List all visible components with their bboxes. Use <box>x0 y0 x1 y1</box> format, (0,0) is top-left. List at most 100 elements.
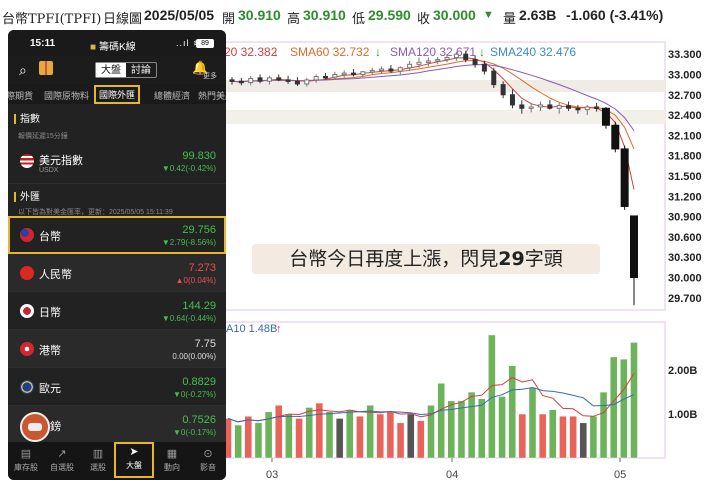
bottom-navigation: ▤ 庫存股 ↗ 自選股 ▥ 選股 ➤ 大盤 ▦ 動向 ⊙ 影音 <box>8 442 226 480</box>
volume-bar <box>407 413 415 459</box>
segment-discussion[interactable]: 討論 <box>126 63 156 77</box>
fx-row-eur[interactable]: 歐元 0.8829 ▼0(-0.27%) <box>8 368 226 406</box>
candle-body <box>416 61 422 65</box>
price-tick-label: 31.200 <box>668 191 702 203</box>
high-label: 高 <box>287 12 301 27</box>
change-value: -1.060 (-3.41%) <box>566 7 664 23</box>
nav-trends[interactable]: ▦ 動向 <box>154 446 190 473</box>
candle-body <box>351 72 357 76</box>
fx-row-hkd[interactable]: 港幣 7.75 0.00(0.00%) <box>8 330 226 368</box>
row-name: 港幣 <box>39 345 61 357</box>
volume-bar <box>346 409 354 459</box>
candle-body <box>528 106 534 109</box>
quote-header: 台幣TPFI(TPFI) 日線圖 2025/05/05 開 30.910 高 3… <box>0 0 720 30</box>
tab-commodities[interactable]: 國際原物料 <box>44 89 89 102</box>
candle-body <box>556 105 562 109</box>
watchlist-icon: ↗ <box>57 448 67 460</box>
volume-bar <box>386 411 395 459</box>
row-price: 29.756 <box>182 224 216 236</box>
nav-video[interactable]: ⊙ 影音 <box>190 446 226 473</box>
price-tick-label: 29.700 <box>668 293 702 305</box>
row-price: 144.29 <box>182 300 216 312</box>
low-label: 低 <box>352 12 366 27</box>
volume-bar <box>579 422 587 459</box>
annotation-text: 台幣今日再度上漲，閃見 <box>289 248 499 270</box>
period-label[interactable]: 日線圖 <box>103 8 142 27</box>
volume-bar <box>589 416 598 459</box>
x-tick-label: 04 <box>446 469 458 481</box>
app-header: ⌕ 大盤 討論 🔔 更多 <box>8 56 226 84</box>
candle-body <box>332 73 338 78</box>
nav-label: 庫存股 <box>14 463 38 472</box>
nav-screener[interactable]: ▥ 選股 <box>80 446 116 473</box>
candle-body <box>500 84 506 96</box>
tab-futures[interactable]: 際期貨 <box>8 89 33 102</box>
row-name: 歐元 <box>39 383 61 395</box>
fx-row-jpy[interactable]: 日幣 144.29 ▼0.64(-0.44%) <box>8 292 226 330</box>
candle-body <box>285 79 291 82</box>
segment-market[interactable]: 大盤 <box>96 63 126 77</box>
phone-app-screenshot: 15:11 ■ 籌碼K線 ..ıl ≋ 89 ⌕ 大盤 討論 🔔 更多 際期貨 國… <box>8 30 226 480</box>
section-index: 指數 <box>8 110 226 125</box>
volume-ma-label: A10 1.48B <box>226 323 277 335</box>
nav-watchlist[interactable]: ↗ 自選股 <box>44 446 80 473</box>
usd-flag-icon <box>20 154 34 168</box>
tab-forex[interactable]: 國際外匯 <box>93 85 141 104</box>
tab-us-stocks[interactable]: 熱門美股 <box>198 89 226 102</box>
price-tick-label: 33.300 <box>668 49 702 61</box>
x-tick-label: 05 <box>614 469 626 481</box>
volume-bar <box>417 420 425 459</box>
nav-holdings[interactable]: ▤ 庫存股 <box>8 446 44 473</box>
chatbot-robot-icon[interactable] <box>20 412 50 442</box>
gift-icon[interactable] <box>39 61 53 75</box>
volume-label: 量 <box>503 12 517 27</box>
row-change: ▼0.42(-0.42%) <box>161 164 216 173</box>
candle-body <box>397 67 403 72</box>
price-tick-label: 30.300 <box>668 252 702 264</box>
nav-market[interactable]: ➤ 大盤 <box>114 442 154 478</box>
twd-flag-icon <box>20 228 34 242</box>
market-segment-control[interactable]: 大盤 討論 <box>95 62 157 78</box>
tab-macro[interactable]: 總體經濟 <box>154 89 190 102</box>
price-tick-label: 30.900 <box>668 212 702 224</box>
volume-bar <box>457 400 466 459</box>
volume-bar <box>569 416 577 459</box>
battery-icon: 89 <box>196 39 214 48</box>
volume-bar <box>234 424 242 459</box>
volume-value: 2.63B <box>519 7 557 23</box>
volume-tick-label: 1.00B <box>668 409 697 421</box>
candle-body <box>407 63 413 69</box>
row-price: 0.8829 <box>182 376 216 388</box>
trends-icon: ▦ <box>166 448 178 460</box>
candle-body <box>435 59 441 62</box>
section-fx-title: 外匯 <box>20 192 40 203</box>
candle-body <box>257 77 263 82</box>
nav-label: 大盤 <box>126 461 142 470</box>
volume-bar <box>335 418 344 459</box>
candle-body <box>547 104 553 109</box>
candle-body <box>620 148 629 207</box>
fx-row-twd[interactable]: 台幣 29.756 ▼2.79(-8.56%) <box>8 216 226 254</box>
sma20-arrow-icon: ↓ <box>273 45 279 59</box>
volume-bar <box>467 391 476 459</box>
candle-body <box>369 69 375 73</box>
screener-icon: ▥ <box>92 448 104 460</box>
volume-bar <box>325 411 334 459</box>
candle-body <box>229 79 235 82</box>
candle-body <box>463 53 469 61</box>
row-price: 99.830 <box>182 150 216 162</box>
candle-body <box>322 75 328 79</box>
candle-body <box>519 104 525 109</box>
candle-body <box>341 72 347 76</box>
app-name-label: 籌碼K線 <box>99 42 136 53</box>
volume-bar <box>275 405 283 459</box>
app-name: ■ 籌碼K線 <box>90 38 136 53</box>
fx-row-usdx[interactable]: 美元指數 USDX 99.830 ▼0.42(-0.42%) <box>8 142 226 184</box>
volume-bar <box>478 398 486 459</box>
candle-body <box>481 63 487 72</box>
more-button[interactable]: 更多 <box>203 71 217 81</box>
category-tabs: 際期貨 國際原物料 國際外匯 總體經濟 熱門美股 <box>8 84 226 104</box>
search-icon[interactable]: ⌕ <box>19 62 27 79</box>
fx-row-cny[interactable]: 人民幣 7.273 ▲0(0.04%) <box>8 254 226 292</box>
candle-body <box>238 80 244 84</box>
